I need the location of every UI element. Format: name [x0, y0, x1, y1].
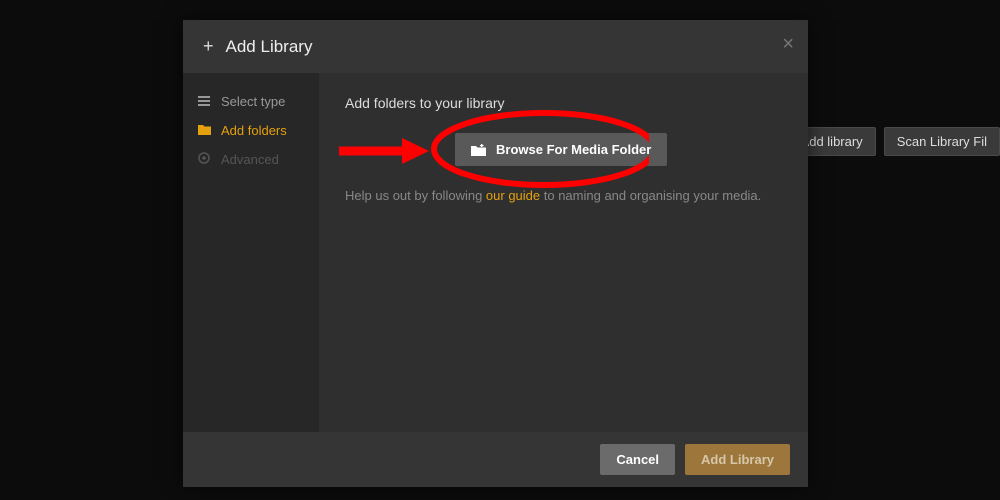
- main-title: Add folders to your library: [345, 95, 782, 111]
- sidebar-item-select-type[interactable]: Select type: [183, 87, 319, 116]
- browse-media-folder-button[interactable]: Browse For Media Folder: [455, 133, 667, 166]
- sidebar-item-label: Add folders: [221, 123, 287, 138]
- close-icon[interactable]: ×: [782, 34, 794, 54]
- modal-header: + Add Library ×: [183, 20, 808, 73]
- help-guide-link[interactable]: our guide: [486, 188, 540, 203]
- modal-sidebar: Select type Add folders Advanced: [183, 73, 319, 432]
- scan-library-bg-button[interactable]: Scan Library Fil: [884, 127, 1000, 156]
- background-action-buttons: Add library Scan Library Fil: [788, 127, 1000, 156]
- sidebar-item-label: Advanced: [221, 152, 279, 167]
- cancel-button[interactable]: Cancel: [600, 444, 675, 475]
- help-text-prefix: Help us out by following: [345, 188, 486, 203]
- modal-footer: Cancel Add Library: [183, 432, 808, 487]
- sidebar-item-add-folders[interactable]: Add folders: [183, 116, 319, 145]
- list-icon: [197, 94, 211, 109]
- help-text-suffix: to naming and organising your media.: [540, 188, 761, 203]
- browse-button-label: Browse For Media Folder: [496, 142, 651, 157]
- add-library-button[interactable]: Add Library: [685, 444, 790, 475]
- help-text: Help us out by following our guide to na…: [345, 188, 782, 203]
- sidebar-item-label: Select type: [221, 94, 285, 109]
- modal-body: Select type Add folders Advanced Add fol…: [183, 73, 808, 432]
- folder-icon: [197, 123, 211, 138]
- plus-icon: +: [203, 36, 214, 57]
- sidebar-item-advanced: Advanced: [183, 145, 319, 174]
- modal-main: Add folders to your library Browse For M…: [319, 73, 808, 432]
- modal-title: Add Library: [226, 37, 313, 57]
- gear-icon: [197, 152, 211, 167]
- folder-browse-icon: [471, 144, 486, 156]
- add-library-modal: + Add Library × Select type Add folders: [183, 20, 808, 487]
